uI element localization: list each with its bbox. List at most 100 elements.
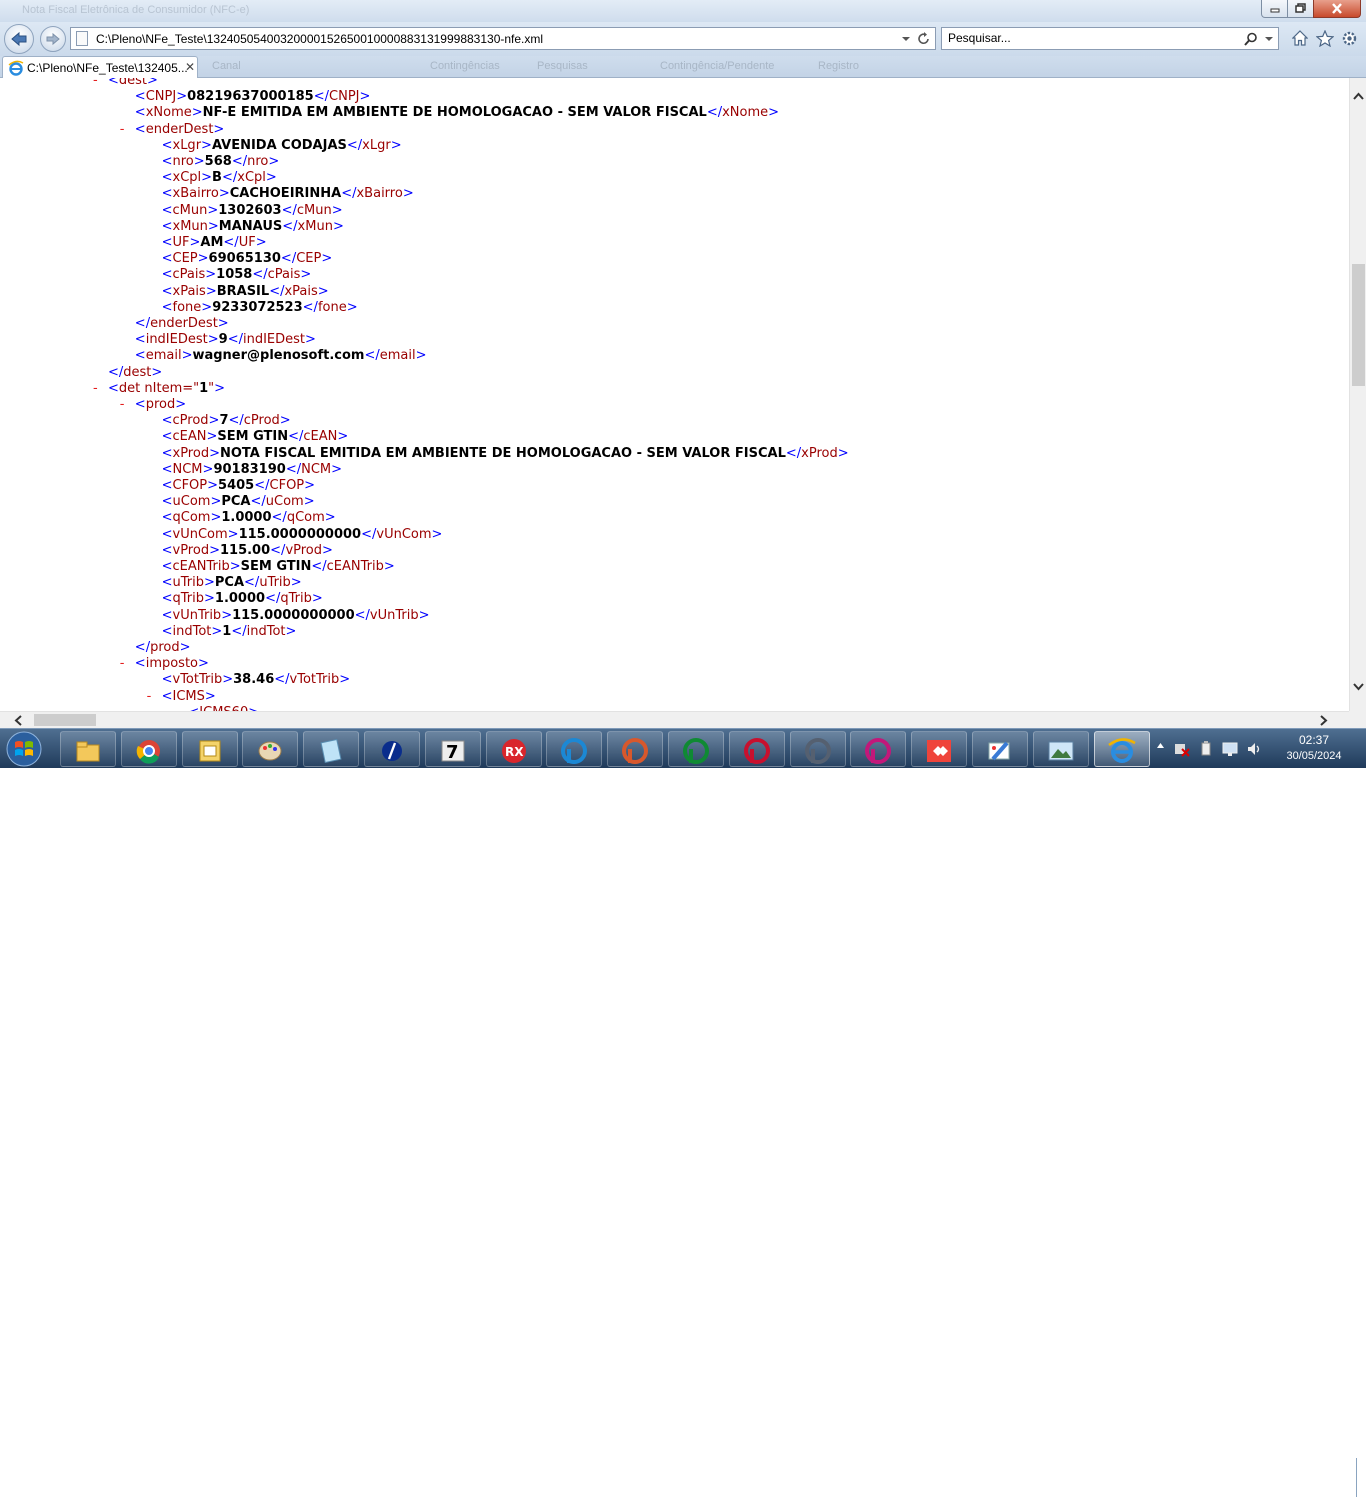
search-input[interactable] [948,31,1228,45]
p-green-icon [683,738,709,764]
taskbar-documents-button[interactable] [181,731,238,767]
dropdown-arrow-icon[interactable] [901,36,911,42]
favorites-star-icon[interactable] [1316,30,1334,47]
xml-value: NOTA FISCAL EMITIDA EM AMBIENTE DE HOMOL… [219,445,786,461]
xml-bracket: </ [288,429,304,445]
usb-device-icon[interactable] [1198,741,1214,757]
collapse-toggle[interactable]: - [93,381,98,397]
taskbar-p-green-button[interactable] [668,731,724,767]
taskbar-7zip-button[interactable]: 7 [424,731,481,767]
scroll-right-icon[interactable] [1320,715,1328,726]
close-tab-icon[interactable]: ✕ [185,60,195,74]
scroll-up-icon[interactable] [1353,92,1364,100]
xml-bracket: > [207,332,219,348]
xml-bracket: </ [254,478,270,493]
volume-icon[interactable] [1246,741,1262,757]
xml-value: AVENIDA CODAJAS [211,137,347,153]
xml-bracket: > [209,542,220,558]
xml-bracket: < [161,170,173,186]
clock-time[interactable]: 02:37 [1284,733,1344,747]
xml-value: 08219637000185 [187,89,314,105]
search-box[interactable] [941,27,1279,50]
clock-date[interactable]: 30/05/2024 [1278,750,1350,762]
xml-tag-name: indIEDest [145,332,208,348]
taskbar-chrome-button[interactable] [120,731,177,767]
xml-bracket: < [161,623,173,639]
xml-value: SEM GTIN [217,429,289,445]
taskbar-p-blue-button[interactable] [546,731,603,767]
forward-button[interactable] [40,26,66,52]
maximize-button[interactable] [1287,0,1314,18]
xml-tag-name: imposto [145,656,199,672]
xml-tag-name: indTot [246,623,286,639]
address-bar[interactable]: C:\Pleno\NFe_Teste\132405054003200001526… [70,27,936,50]
taskbar-anydesk-button[interactable] [911,731,968,767]
xml-bracket: > [402,186,414,202]
xml-value: NF-E EMITIDA EM AMBIENTE DE HOMOLOGACAO … [202,105,707,121]
taskbar-rx-button[interactable]: RX [485,731,542,767]
scroll-left-icon[interactable] [14,715,22,726]
collapse-toggle[interactable]: - [120,122,125,138]
internet-explorer-icon [8,60,24,76]
network-error-icon[interactable] [1174,741,1190,757]
start-button[interactable] [4,730,48,768]
taskbar-image-viewer-button[interactable] [1032,731,1089,767]
taskbar-paint-button[interactable] [242,731,299,767]
window-title-ghost: Nota Fiscal Eletrônica de Consumidor (NF… [22,4,250,16]
xml-tag-name: CFOP [172,478,208,493]
taskbar-explorer-button[interactable] [60,731,116,767]
refresh-icon[interactable] [917,31,931,47]
tray-expand-icon[interactable] [1156,741,1165,750]
collapse-toggle[interactable]: - [147,689,152,705]
chrome-icon [136,740,160,764]
xml-bracket: > [198,656,209,672]
collapse-toggle[interactable]: - [120,397,125,413]
xml-tag-name: NCM [172,461,203,477]
xml-line: <xCpl>B</xCpl> [162,170,277,186]
taskbar-p-magenta-button[interactable] [850,731,907,767]
xml-bracket: </ [282,218,298,234]
close-window-button[interactable] [1313,0,1361,18]
taskbar-p-red-button[interactable] [728,731,785,767]
minimize-button[interactable] [1261,0,1288,18]
xml-bracket: > [227,526,239,542]
home-icon[interactable] [1292,30,1308,46]
xml-bracket: > [176,89,188,105]
xml-bracket: > [290,575,302,591]
xml-bracket: < [134,105,146,121]
xml-bracket: </ [280,251,297,267]
xml-bracket: < [161,478,173,493]
xml-bracket: > [383,559,395,574]
taskbar-p-gray-button[interactable] [789,731,846,767]
xml-bracket: > [201,299,213,315]
xml-tag-name: uCom [172,494,211,510]
search-dropdown-icon[interactable] [1264,36,1274,42]
collapse-toggle[interactable]: - [93,78,98,89]
horizontal-scroll-thumb[interactable] [34,714,96,726]
xml-tag-name: uTrib [259,575,291,591]
taskbar-pleno-app-button[interactable] [364,731,420,767]
show-desktop-button[interactable] [1356,1458,1366,1497]
xml-attribute-name: nItem=" [140,380,200,396]
taskbar-internet-explorer-button[interactable] [1093,731,1150,767]
vertical-scrollbar[interactable] [1349,78,1366,711]
xml-tag-name: cEAN [303,429,338,445]
search-icon[interactable] [1244,32,1258,46]
scroll-down-icon[interactable] [1353,683,1364,691]
address-url[interactable]: C:\Pleno\NFe_Teste\132405054003200001526… [96,32,543,46]
monitor-icon[interactable] [1222,741,1238,757]
tab-xml-file[interactable]: C:\Pleno\NFe_Teste\132405... ✕ [2,56,198,78]
xml-line: <email>wagner@plenosoft.com</email> [135,348,427,364]
xml-line: - <dest> [93,78,158,89]
xml-value: 90183190 [213,461,286,477]
collapse-toggle[interactable]: - [120,656,125,672]
taskbar-notepad-button[interactable] [303,731,360,767]
taskbar-p-orange-button[interactable] [607,731,664,767]
taskbar-paint-brush-button[interactable] [972,731,1028,767]
back-button[interactable] [4,24,34,54]
xml-bracket: < [161,413,173,429]
xml-tag-name: CFOP [269,478,305,493]
gear-icon[interactable] [1341,30,1358,47]
vertical-scroll-thumb[interactable] [1352,264,1365,386]
horizontal-scrollbar[interactable] [0,711,1349,728]
